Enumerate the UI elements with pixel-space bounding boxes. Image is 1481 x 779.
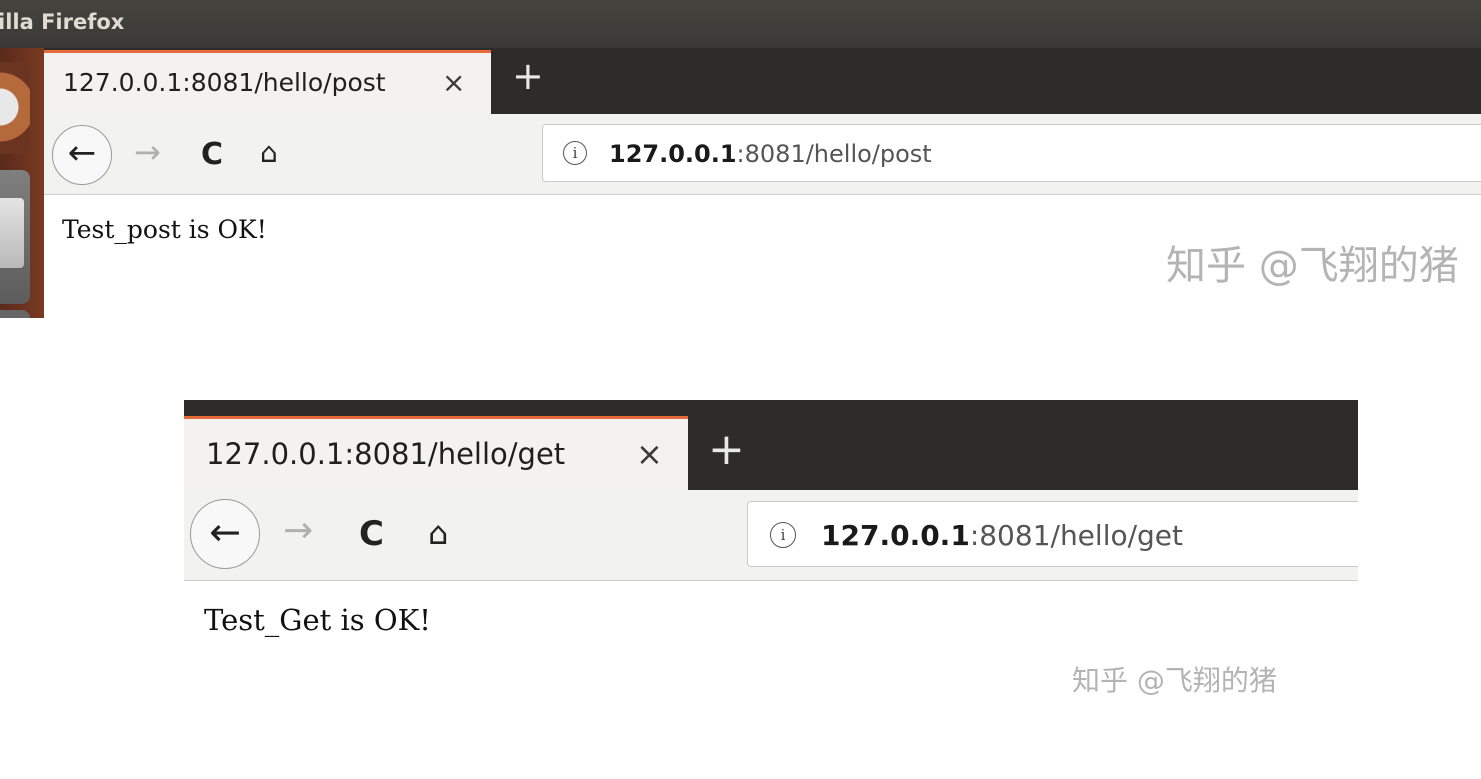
url-path: :8081/hello/post <box>736 140 932 168</box>
new-tab-button[interactable]: + <box>708 424 745 475</box>
close-tab-icon[interactable]: × <box>636 435 663 473</box>
tab-hello-post[interactable]: 127.0.0.1:8081/hello/post × <box>44 50 491 114</box>
tab-hello-get[interactable]: 127.0.0.1:8081/hello/get × <box>184 416 688 490</box>
ubuntu-launcher <box>0 48 44 318</box>
back-button[interactable]: ← <box>190 499 260 569</box>
firefox-icon[interactable] <box>0 62 30 154</box>
page-content: Test_post is OK! 知乎 @飞翔的猪 <box>44 195 1481 318</box>
home-icon[interactable]: ⌂ <box>260 136 278 169</box>
forward-arrow-icon[interactable]: → <box>283 510 313 551</box>
terminal-icon[interactable] <box>0 310 30 318</box>
files-icon[interactable] <box>0 170 30 304</box>
tab-title: 127.0.0.1:8081/hello/post <box>63 68 386 97</box>
tab-strip: 127.0.0.1:8081/hello/get × + <box>184 400 1358 490</box>
zhihu-watermark: 知乎 @飞翔的猪 <box>1072 664 1277 697</box>
url-host: 127.0.0.1 <box>609 140 737 168</box>
response-text: Test_Get is OK! <box>204 603 431 637</box>
window-titlebar: illa Firefox <box>0 0 1481 48</box>
info-icon[interactable]: i <box>770 522 796 548</box>
url-text: 127.0.0.1:8081/hello/post <box>609 140 932 168</box>
info-icon[interactable]: i <box>563 141 587 165</box>
close-tab-icon[interactable]: × <box>442 66 465 99</box>
response-text: Test_post is OK! <box>62 215 267 244</box>
url-text: 127.0.0.1:8081/hello/get <box>821 519 1183 552</box>
tab-strip: 127.0.0.1:8081/hello/post × + <box>44 48 1481 114</box>
url-bar[interactable]: i 127.0.0.1:8081/hello/post <box>542 124 1481 182</box>
back-button[interactable]: ← <box>52 125 112 185</box>
page-content: Test_Get is OK! 知乎 @飞翔的猪 <box>184 581 1358 730</box>
url-path: :8081/hello/get <box>969 519 1184 552</box>
forward-arrow-icon[interactable]: → <box>134 133 161 171</box>
zhihu-watermark: 知乎 @飞翔的猪 <box>1166 243 1459 289</box>
navigation-toolbar: ← → C ⌂ i 127.0.0.1:8081/hello/get <box>184 490 1358 581</box>
back-arrow-icon: ← <box>67 133 97 173</box>
url-host: 127.0.0.1 <box>821 519 970 552</box>
back-arrow-icon: ← <box>209 510 241 554</box>
get-screenshot: 127.0.0.1:8081/hello/get × + ← → C ⌂ i 1… <box>184 400 1358 730</box>
window-title: illa Firefox <box>0 10 125 34</box>
reload-icon[interactable]: C <box>201 137 223 172</box>
url-bar[interactable]: i 127.0.0.1:8081/hello/get <box>747 501 1358 567</box>
navigation-toolbar: ← → C ⌂ i 127.0.0.1:8081/hello/post <box>44 114 1481 195</box>
post-screenshot: illa Firefox 127.0.0.1:8081/hello/post ×… <box>0 0 1481 318</box>
reload-icon[interactable]: C <box>359 514 384 554</box>
home-icon[interactable]: ⌂ <box>428 514 448 552</box>
tab-title: 127.0.0.1:8081/hello/get <box>206 437 566 471</box>
new-tab-button[interactable]: + <box>512 54 544 98</box>
